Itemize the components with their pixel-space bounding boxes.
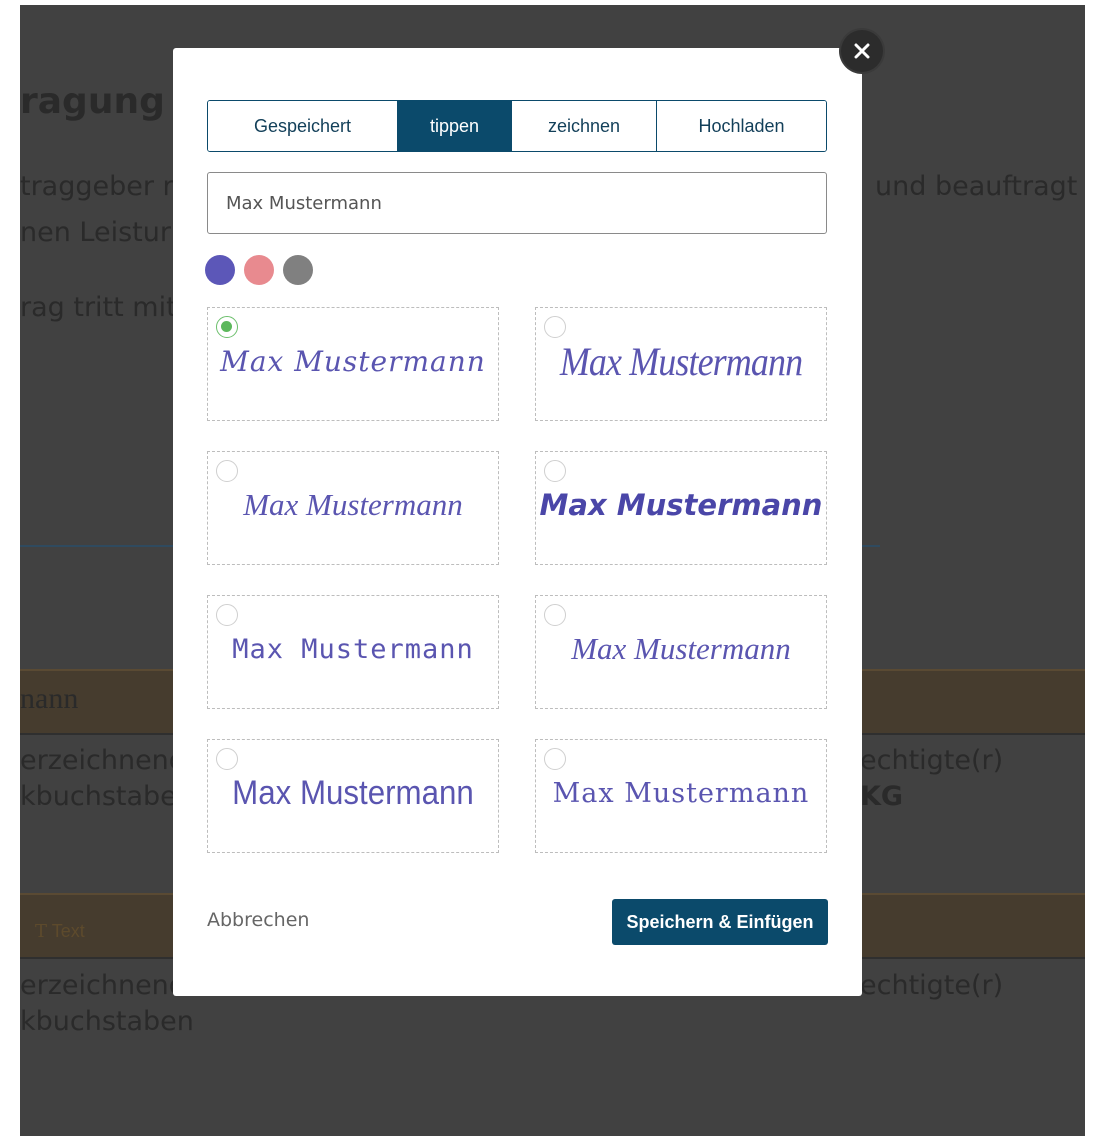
selected-radio-icon[interactable] (216, 316, 238, 338)
radio-icon[interactable] (544, 316, 566, 338)
signature-preview: Max Mustermann (552, 777, 810, 809)
bg-label: KG (860, 781, 904, 812)
signature-style-grid: Max Mustermann Max Mustermann Max Muster… (207, 307, 828, 855)
bg-name: nann (20, 682, 79, 715)
radio-icon[interactable] (216, 604, 238, 626)
text-tool-icon: T (35, 921, 48, 942)
signature-preview: Max Mustermann (539, 488, 823, 522)
bg-line: nen Leistur (20, 217, 171, 248)
signature-option[interactable]: Max Mustermann (207, 307, 499, 421)
signature-name-input[interactable] (207, 172, 827, 234)
signature-option[interactable]: Max Mustermann (535, 451, 827, 565)
close-icon (854, 43, 870, 59)
bg-label: echtigte(r) (860, 745, 1004, 776)
signature-preview: Max Mustermann (232, 773, 474, 812)
signature-option[interactable]: Max Mustermann (535, 739, 827, 853)
signature-dialog: Gespeichert tippen zeichnen Hochladen Ma… (173, 48, 862, 996)
signature-preview: Max Mustermann (232, 633, 474, 665)
save-insert-button[interactable]: Speichern & Einfügen (612, 899, 828, 945)
radio-icon[interactable] (544, 460, 566, 482)
signature-preview: Max Mustermann (243, 487, 463, 522)
radio-icon[interactable] (216, 460, 238, 482)
color-option-blue[interactable] (205, 255, 235, 285)
signature-tabs: Gespeichert tippen zeichnen Hochladen (207, 100, 827, 152)
bg-label: kbuchstaben (20, 1006, 194, 1037)
bg-line: und beauftragt (875, 171, 1078, 202)
bg-label: echtigte(r) (860, 970, 1004, 1001)
tab-saved[interactable]: Gespeichert (208, 101, 398, 151)
radio-icon[interactable] (544, 604, 566, 626)
tab-type[interactable]: tippen (398, 101, 512, 151)
bg-text-field-label: T Text (35, 921, 85, 942)
signature-option[interactable]: Max Mustermann (535, 595, 827, 709)
bg-heading: ragung (20, 81, 165, 122)
cancel-button[interactable]: Abbrechen (207, 909, 309, 931)
bg-label: kbuchstabe (20, 781, 177, 812)
color-picker (205, 255, 313, 285)
color-option-pink[interactable] (244, 255, 274, 285)
signature-preview: Max Mustermann (559, 338, 803, 384)
signature-option[interactable]: Max Mustermann (207, 595, 499, 709)
radio-icon[interactable] (544, 748, 566, 770)
close-dialog-button[interactable] (841, 30, 883, 72)
bg-label: erzeichnend (20, 745, 186, 776)
signature-option[interactable]: Max Mustermann (535, 307, 827, 421)
bg-line: rag tritt mit (20, 292, 177, 323)
radio-icon[interactable] (216, 748, 238, 770)
tab-draw[interactable]: zeichnen (512, 101, 657, 151)
signature-option[interactable]: Max Mustermann (207, 739, 499, 853)
tab-upload[interactable]: Hochladen (657, 101, 826, 151)
signature-preview: Max Mustermann (571, 631, 791, 666)
bg-label: erzeichnend (20, 970, 186, 1001)
bg-line: traggeber r (20, 171, 174, 202)
color-option-gray[interactable] (283, 255, 313, 285)
signature-preview: Max Mustermann (220, 344, 486, 378)
signature-option[interactable]: Max Mustermann (207, 451, 499, 565)
